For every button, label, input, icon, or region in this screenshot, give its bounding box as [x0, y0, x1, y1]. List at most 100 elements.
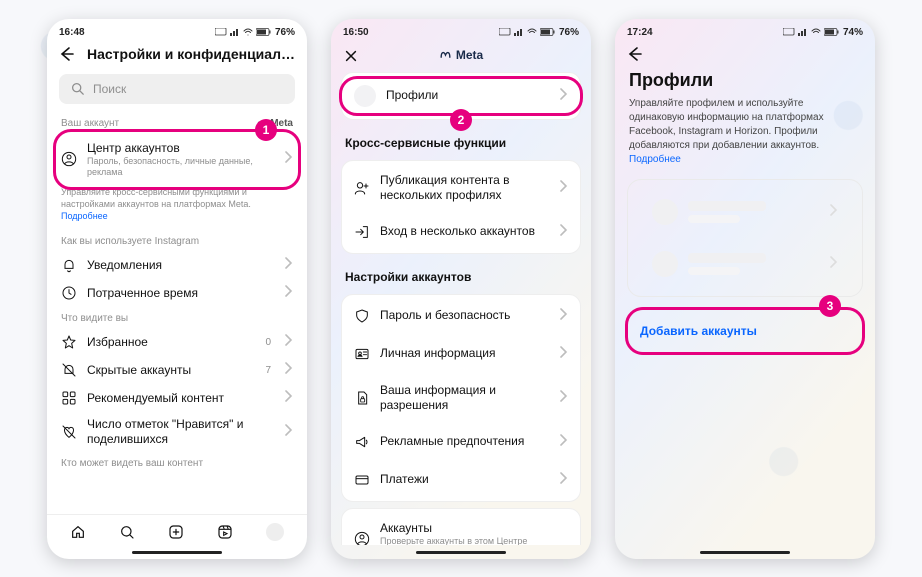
user-circle-icon [354, 531, 370, 544]
header [615, 40, 875, 66]
avatar-placeholder [652, 199, 678, 225]
id-card-icon [354, 346, 370, 362]
section-usage: Как вы используете Instagram [47, 230, 307, 251]
row-info-perm[interactable]: Ваша информация и разрешения [342, 373, 580, 423]
badge-3: 3 [819, 295, 841, 317]
bell-slash-icon [61, 362, 77, 378]
heart-slash-icon [61, 424, 77, 440]
battery-pct: 76% [275, 27, 295, 38]
doc-lock-icon [354, 390, 370, 406]
status-icons: 76% [215, 27, 295, 38]
ac-scroll[interactable]: Профили 2 Кросс-сервисные функции Публик… [331, 66, 591, 545]
meta-logo: Meta [439, 48, 483, 62]
section-who: Кто может видеть ваш контент [47, 452, 307, 473]
bell-icon [61, 257, 77, 273]
chevron-right-icon [283, 150, 293, 168]
row-accounts[interactable]: Аккаунты Проверьте аккаунты в этом Центр… [342, 511, 580, 545]
page-title: Настройки и конфиденциальн... [87, 46, 295, 62]
account-note-link[interactable]: Подробнее [61, 211, 108, 221]
chevron-right-icon [558, 471, 568, 489]
search-placeholder: Поиск [93, 82, 126, 96]
row-likes-shares[interactable]: Число отметок "Нравится" и поделившихся [47, 412, 307, 452]
status-bar: 16:48 76% [47, 19, 307, 40]
chevron-right-icon [558, 345, 568, 363]
account-settings-card: Пароль и безопасность Личная информация … [341, 294, 581, 502]
new-post-icon[interactable] [168, 524, 184, 540]
chevron-right-icon [283, 423, 293, 441]
add-accounts-label: Добавить аккаунты [640, 324, 757, 338]
search-input[interactable]: Поиск [59, 74, 295, 104]
home-indicator [700, 551, 790, 554]
meta-header: Meta [331, 40, 591, 66]
badge-1: 1 [255, 119, 277, 141]
credit-card-icon [354, 472, 370, 488]
profiles-list-card [627, 179, 863, 297]
row-suggested[interactable]: Рекомендуемый контент [47, 384, 307, 412]
profile-row[interactable] [638, 186, 852, 238]
phone-accounts-center: 16:50 76% Meta Профили [331, 19, 591, 559]
bottom-nav [47, 514, 307, 545]
chevron-right-icon [558, 307, 568, 325]
back-icon[interactable] [627, 46, 643, 62]
chevron-right-icon [828, 203, 838, 221]
chevron-right-icon [828, 255, 838, 273]
user-circle-icon [61, 151, 77, 167]
accounts-center-title: Центр аккаунтов [87, 141, 273, 156]
page-title: Профили [615, 66, 875, 97]
star-icon [61, 334, 77, 350]
profiles-row-title: Профили [386, 88, 534, 103]
home-indicator [416, 551, 506, 554]
clock: 16:48 [59, 27, 85, 38]
page-description: Управляйте профилем и используйте одинак… [615, 97, 875, 175]
cross-service-card: Публикация контента в нескольких профиля… [341, 160, 581, 254]
account-settings-label: Настройки аккаунтов [331, 260, 591, 288]
row-ads[interactable]: Рекламные предпочтения [342, 423, 580, 461]
row-multi-login[interactable]: Вход в несколько аккаунтов [342, 213, 580, 251]
row-personal[interactable]: Личная информация [342, 335, 580, 373]
grid-icon [61, 390, 77, 406]
battery-pct: 74% [843, 27, 863, 38]
chevron-right-icon [283, 284, 293, 302]
row-time-spent[interactable]: Потраченное время [47, 279, 307, 307]
muted-count: 7 [265, 365, 271, 376]
phone-settings: 16:48 76% Настройки и конфиденциальн... … [47, 19, 307, 559]
accounts-bottom-card: Аккаунты Проверьте аккаунты в этом Центр… [341, 508, 581, 545]
clock: 16:50 [343, 27, 369, 38]
back-icon[interactable] [59, 46, 75, 62]
badge-2: 2 [450, 109, 472, 131]
chevron-right-icon [558, 223, 568, 241]
row-notifications[interactable]: Уведомления [47, 251, 307, 279]
battery-pct: 76% [559, 27, 579, 38]
shield-icon [354, 308, 370, 324]
row-password[interactable]: Пароль и безопасность [342, 297, 580, 335]
row-publish-multi[interactable]: Публикация контента в нескольких профиля… [342, 163, 580, 213]
phone-profiles: 17:24 74% Профили Управляйте профилем и … [615, 19, 875, 559]
profile-row[interactable] [638, 238, 852, 290]
search-icon[interactable] [119, 524, 135, 540]
avatar-placeholder [354, 85, 376, 107]
accounts-center-row[interactable]: Центр аккаунтов Пароль, безопасность, ли… [47, 133, 307, 187]
row-muted[interactable]: Скрытые аккаунты 7 [47, 356, 307, 384]
chevron-right-icon [283, 256, 293, 274]
status-icons: 76% [499, 27, 579, 38]
megaphone-icon [354, 434, 370, 450]
reels-icon[interactable] [217, 524, 233, 540]
login-icon [354, 224, 370, 240]
home-icon[interactable] [70, 524, 86, 540]
row-favorites[interactable]: Избранное 0 [47, 328, 307, 356]
clock: 17:24 [627, 27, 653, 38]
close-icon[interactable] [343, 48, 359, 64]
header: Настройки и конфиденциальн... [47, 40, 307, 72]
account-note: Управляйте кросс-сервисными функциями и … [47, 186, 307, 230]
settings-scroll[interactable]: Ваш аккаунт Meta Центр аккаунтов Пароль,… [47, 112, 307, 514]
section-see: Что видите вы [47, 307, 307, 328]
status-icons: 74% [783, 27, 863, 38]
desc-more-link[interactable]: Подробнее [629, 154, 681, 165]
chevron-right-icon [558, 433, 568, 451]
profile-avatar[interactable] [266, 523, 284, 541]
clock-icon [61, 285, 77, 301]
status-bar: 16:50 76% [331, 19, 591, 40]
avatar-placeholder [652, 251, 678, 277]
user-plus-icon [354, 180, 370, 196]
row-payments[interactable]: Платежи [342, 461, 580, 499]
